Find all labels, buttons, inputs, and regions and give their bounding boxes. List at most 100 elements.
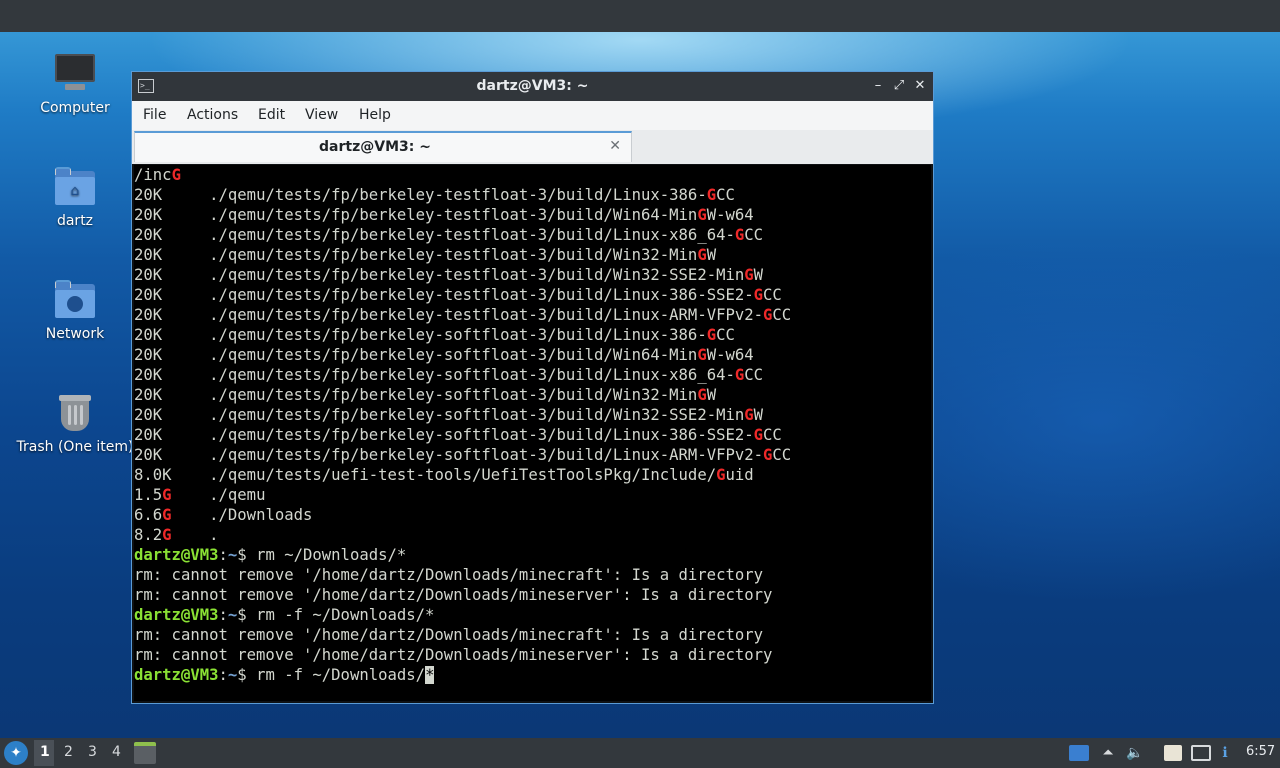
desktop-icon-label: Computer xyxy=(40,100,110,116)
du-path-rest: CC xyxy=(772,306,792,324)
du-path-rest: W xyxy=(706,386,717,404)
show-desktop-icon[interactable] xyxy=(1069,745,1089,761)
du-path: ./qemu/tests/fp/berkeley-softfloat-3/bui… xyxy=(209,426,754,444)
du-path-rest: CC xyxy=(772,446,792,464)
terminal-line: 20K ./qemu/tests/fp/berkeley-softfloat-3… xyxy=(134,385,791,405)
terminal-line: 20K ./qemu/tests/fp/berkeley-softfloat-3… xyxy=(134,345,791,365)
network-folder-icon xyxy=(53,278,97,322)
clipboard-icon[interactable] xyxy=(1164,745,1182,761)
terminal-line: 20K ./qemu/tests/fp/berkeley-softfloat-3… xyxy=(134,445,791,465)
output-text: rm: cannot remove '/home/dartz/Downloads… xyxy=(134,566,764,584)
terminal-lines: /incG 20K ./qemu/tests/fp/berkeley-testfl… xyxy=(134,165,791,685)
prompt-colon: : xyxy=(218,546,228,564)
terminal-task-icon[interactable] xyxy=(134,742,156,764)
maximize-button[interactable]: ⤢ xyxy=(890,77,908,95)
du-size: 8.0K xyxy=(134,466,172,484)
terminal-line: dartz@VM3:~$ rm -f ~/Downloads/* xyxy=(134,665,791,685)
desktop-icon-home[interactable]: ⌂ dartz xyxy=(15,165,135,229)
du-path: ./qemu/tests/fp/berkeley-testfloat-3/bui… xyxy=(209,206,698,224)
du-path-rest: W-w64 xyxy=(706,206,754,224)
network-status-icon[interactable] xyxy=(1191,745,1211,761)
menu-bar: File Actions Edit View Help xyxy=(132,101,933,130)
terminal-line: /incG xyxy=(134,165,791,185)
terminal-line: 8.0K ./qemu/tests/uefi-test-tools/UefiTe… xyxy=(134,465,791,485)
terminal-line: 20K ./qemu/tests/fp/berkeley-testfloat-3… xyxy=(134,265,791,285)
workspace-3[interactable]: 3 xyxy=(88,744,97,760)
prompt-user: dartz@VM3 xyxy=(134,666,219,684)
terminal-line: rm: cannot remove '/home/dartz/Downloads… xyxy=(134,585,791,605)
highlight-match: G xyxy=(162,526,172,544)
menu-file[interactable]: File xyxy=(143,107,166,123)
du-path: ./qemu/tests/fp/berkeley-testfloat-3/bui… xyxy=(209,306,764,324)
du-path: ./qemu/tests/fp/berkeley-softfloat-3/bui… xyxy=(209,406,745,424)
highlight-match: G xyxy=(697,346,707,364)
du-path: ./qemu/tests/fp/berkeley-testfloat-3/bui… xyxy=(209,226,735,244)
menu-edit[interactable]: Edit xyxy=(258,107,285,123)
workspace-1[interactable]: 1 xyxy=(40,744,50,760)
command-text: rm -f ~/Downloads/ xyxy=(256,666,426,684)
terminal-window: >_ dartz@VM3: ~ – ⤢ ✕ File Actions Edit … xyxy=(131,71,934,704)
highlight-match: G xyxy=(706,326,717,344)
du-size: 20K xyxy=(134,286,163,304)
du-size: 20K xyxy=(134,226,163,244)
bottom-panel: ✦ 1 2 3 4 ⏶ 🔈 ℹ 6:57 xyxy=(0,738,1280,768)
highlight-match: G xyxy=(706,186,717,204)
terminal-output[interactable]: /incG 20K ./qemu/tests/fp/berkeley-testfl… xyxy=(134,165,931,701)
prompt-colon: : xyxy=(218,606,228,624)
desktop-icon-label: dartz xyxy=(56,213,94,229)
du-size: 20K xyxy=(134,246,163,264)
minimize-button[interactable]: – xyxy=(869,77,887,95)
prompt-dir: ~ xyxy=(227,666,238,684)
du-size: 20K xyxy=(134,386,163,404)
top-panel xyxy=(0,0,1280,32)
prompt-user: dartz@VM3 xyxy=(134,606,219,624)
terminal-line: 20K ./qemu/tests/fp/berkeley-testfloat-3… xyxy=(134,305,791,325)
menu-help[interactable]: Help xyxy=(359,107,391,123)
output-text: rm: cannot remove '/home/dartz/Downloads… xyxy=(134,626,764,644)
menu-view[interactable]: View xyxy=(305,107,338,123)
highlight-match: G xyxy=(697,386,707,404)
du-path-rest: uid xyxy=(725,466,754,484)
prompt-symbol: $ xyxy=(237,546,257,564)
terminal-line: rm: cannot remove '/home/dartz/Downloads… xyxy=(134,645,791,665)
du-path: ./qemu/tests/uefi-test-tools/UefiTestToo… xyxy=(209,466,717,484)
output-text: rm: cannot remove '/home/dartz/Downloads… xyxy=(134,586,773,604)
start-menu-icon[interactable]: ✦ xyxy=(4,741,28,765)
terminal-line: 8.2G . xyxy=(134,525,791,545)
desktop-icon-network[interactable]: Network xyxy=(15,278,135,342)
desktop-icon-label: Trash (One item) xyxy=(16,439,134,455)
highlight-match: G xyxy=(744,266,754,284)
du-path: ./qemu/tests/fp/berkeley-softfloat-3/bui… xyxy=(209,386,698,404)
tab-close-icon[interactable]: ✕ xyxy=(609,138,621,154)
terminal-line: 20K ./qemu/tests/fp/berkeley-testfloat-3… xyxy=(134,285,791,305)
desktop-icon-computer[interactable]: Computer xyxy=(15,52,135,116)
trash-icon xyxy=(53,391,97,435)
notification-icon[interactable]: ℹ xyxy=(1214,742,1236,764)
home-folder-icon: ⌂ xyxy=(53,165,97,209)
prompt-dir: ~ xyxy=(227,546,238,564)
workspace-4[interactable]: 4 xyxy=(112,744,121,760)
window-titlebar[interactable]: >_ dartz@VM3: ~ – ⤢ ✕ xyxy=(132,72,933,101)
close-button[interactable]: ✕ xyxy=(911,77,929,95)
du-size: 20K xyxy=(134,306,163,324)
tab-terminal[interactable]: dartz@VM3: ~ ✕ xyxy=(134,131,632,162)
du-path-rest: CC xyxy=(763,286,782,304)
du-path-rest: W xyxy=(753,406,764,424)
menu-actions[interactable]: Actions xyxy=(187,107,238,123)
workspace-2[interactable]: 2 xyxy=(64,744,73,760)
du-path-rest: W xyxy=(706,246,717,264)
terminal-line: 6.6G ./Downloads xyxy=(134,505,791,525)
du-path: ./qemu/tests/fp/berkeley-testfloat-3/bui… xyxy=(209,266,745,284)
output-text: rm: cannot remove '/home/dartz/Downloads… xyxy=(134,646,773,664)
desktop-icon-trash[interactable]: Trash (One item) xyxy=(15,391,135,455)
du-path-rest: CC xyxy=(744,226,764,244)
du-size: 8.2 xyxy=(134,526,163,544)
terminal-line: 20K ./qemu/tests/fp/berkeley-testfloat-3… xyxy=(134,185,791,205)
volume-icon[interactable]: 🔈 xyxy=(1124,742,1146,764)
prompt-dir: ~ xyxy=(227,606,238,624)
du-path-rest: CC xyxy=(744,366,764,384)
du-size: 6.6 xyxy=(134,506,163,524)
terminal-line: 20K ./qemu/tests/fp/berkeley-testfloat-3… xyxy=(134,205,791,225)
du-path: ./qemu/tests/fp/berkeley-testfloat-3/bui… xyxy=(209,186,707,204)
upload-icon[interactable]: ⏶ xyxy=(1097,742,1119,764)
